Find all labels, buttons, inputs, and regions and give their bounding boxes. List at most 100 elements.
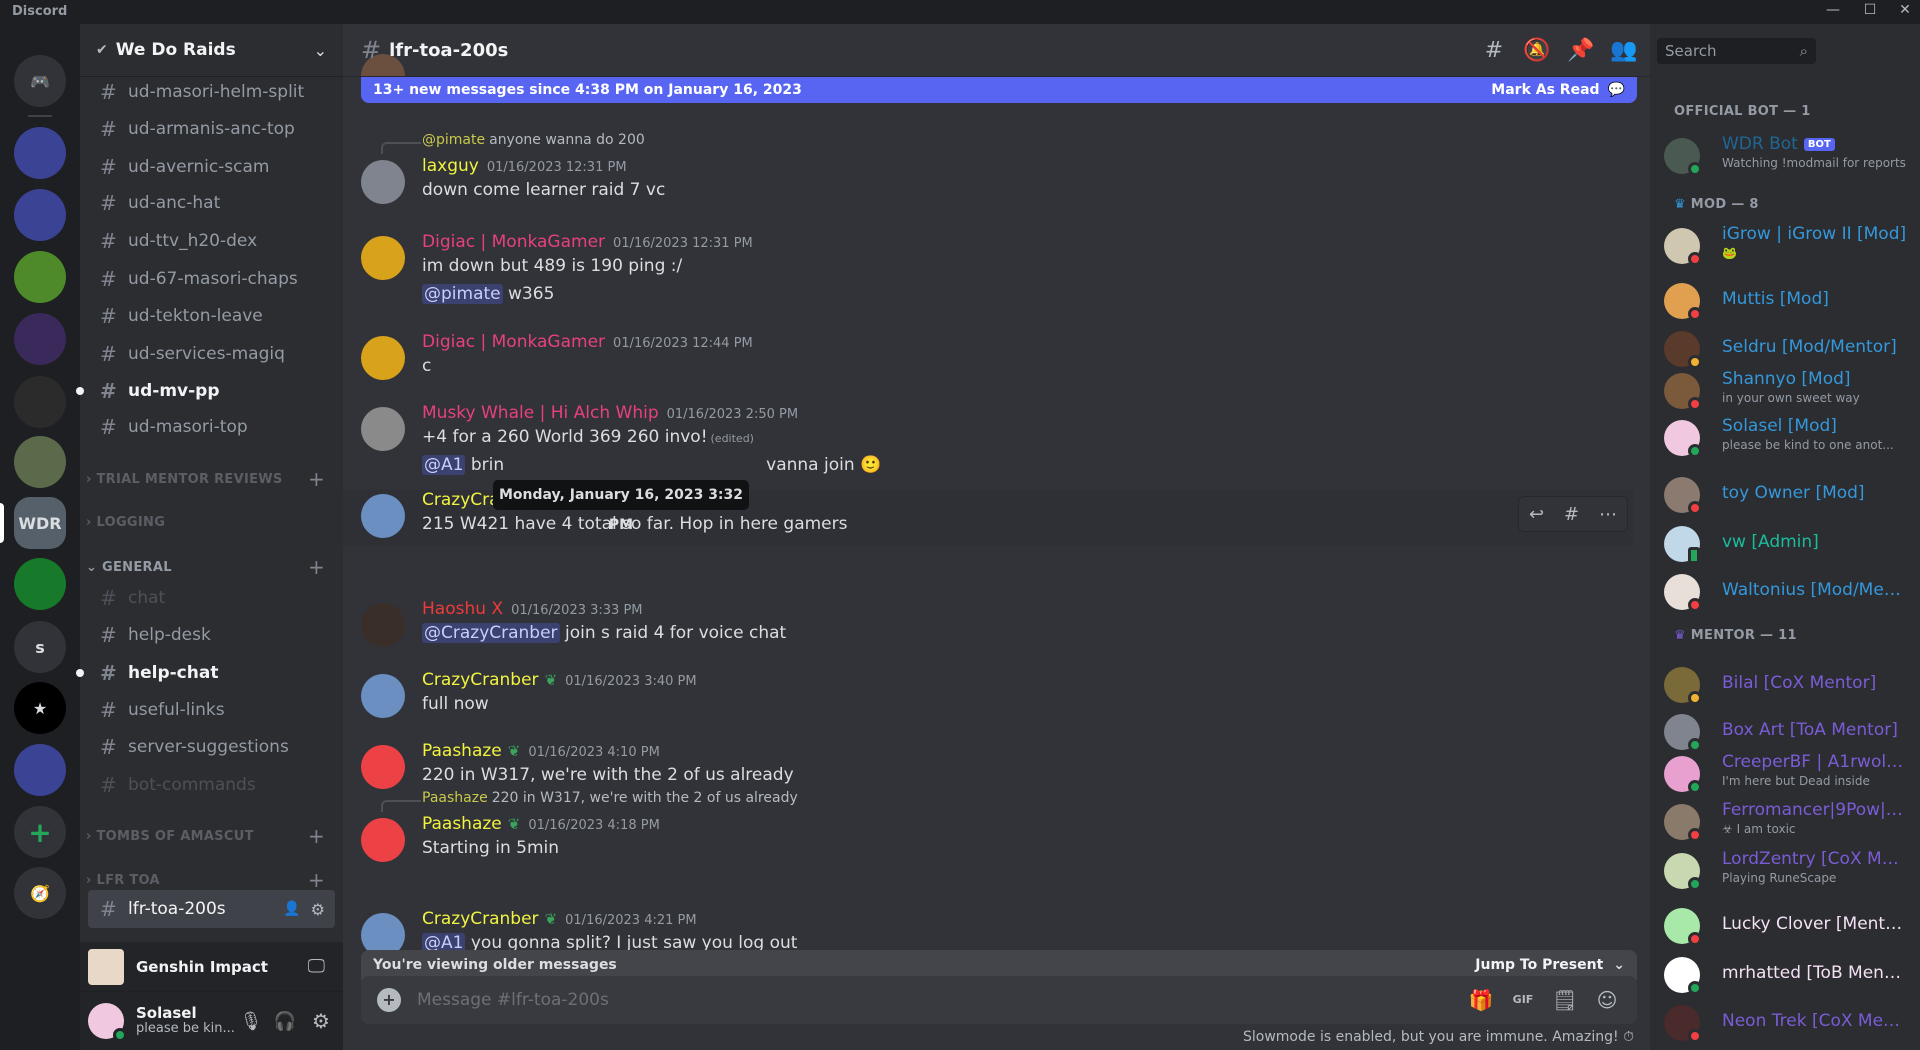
channel-ud-avernic-scam[interactable]: # ud-avernic-scam: [88, 149, 335, 185]
channel-useful-links[interactable]: # useful-links: [88, 692, 335, 728]
avatar[interactable]: [361, 407, 405, 451]
avatar[interactable]: [361, 160, 405, 204]
category-lfr-toa[interactable]: › LFR TOA +: [80, 868, 343, 892]
member-item[interactable]: LordZentry [CoX Men... Playing RuneScape: [1658, 849, 1912, 893]
timestamp[interactable]: 01/16/2023 4:10 PM: [528, 745, 659, 760]
member-item[interactable]: vw [Admin]: [1658, 522, 1912, 566]
server-we-do-raids[interactable]: WDR: [14, 497, 66, 549]
member-item[interactable]: WDR Bot BOT Watching !modmail for reports: [1658, 134, 1912, 178]
avatar[interactable]: [361, 745, 405, 789]
channel-ud-anc-hat[interactable]: # ud-anc-hat: [88, 185, 335, 221]
gift-icon[interactable]: 🎁: [1467, 986, 1495, 1014]
author-name[interactable]: Digiac | MonkaGamer: [422, 332, 605, 352]
guild-header[interactable]: ✔ We Do Raids ⌄: [80, 24, 343, 77]
server-folder-2[interactable]: [14, 189, 66, 241]
avatar[interactable]: [361, 336, 405, 380]
server-home[interactable]: 🎮: [14, 55, 66, 107]
channel-settings-gear-icon[interactable]: ⚙: [311, 900, 325, 919]
member-item[interactable]: Shannyo [Mod] in your own sweet way: [1658, 369, 1912, 413]
timestamp[interactable]: 01/16/2023 3:40 PM: [565, 674, 696, 689]
member-item[interactable]: Seldru [Mod/Mentor]: [1658, 327, 1912, 371]
reply-icon[interactable]: ↩: [1529, 504, 1544, 525]
author-name[interactable]: CrazyCranber: [422, 909, 539, 929]
invite-user-icon[interactable]: 👤: [283, 901, 300, 917]
avatar[interactable]: [361, 494, 405, 538]
user-mention[interactable]: @CrazyCranber: [422, 623, 560, 643]
member-item[interactable]: Waltonius [Mod/Ment...: [1658, 570, 1912, 614]
avatar[interactable]: [361, 674, 405, 718]
avatar[interactable]: [361, 236, 405, 280]
timestamp[interactable]: 01/16/2023 3:33 PM: [511, 603, 642, 618]
notification-bell-muted-icon[interactable]: 🔕: [1523, 37, 1551, 65]
author-name[interactable]: Musky Whale | Hi Alch Whip: [422, 403, 659, 423]
server-star-server[interactable]: ★: [14, 682, 66, 734]
stream-screen-icon[interactable]: 🖵: [308, 956, 325, 977]
channel-lfr-toa-200s[interactable]: # lfr-toa-200s 👤 ⚙: [88, 890, 335, 928]
author-name[interactable]: Paashaze: [422, 741, 502, 761]
channel-help-desk[interactable]: # help-desk: [88, 617, 335, 653]
server-kome-server[interactable]: [14, 313, 66, 365]
more-options-icon[interactable]: ⋯: [1599, 504, 1617, 525]
server-corn-server[interactable]: [14, 251, 66, 303]
channel-ud-services-magiq[interactable]: # ud-services-magiq: [88, 336, 335, 372]
headphones-icon[interactable]: 🎧: [267, 1011, 303, 1032]
server-helmet-server[interactable]: [14, 376, 66, 428]
member-item[interactable]: Neon Trek [CoX Ment...: [1658, 1001, 1912, 1045]
author-name[interactable]: CrazyCranber: [422, 670, 539, 690]
sticker-icon[interactable]: 🗒: [1551, 986, 1579, 1014]
author-name[interactable]: Digiac | MonkaGamer: [422, 232, 605, 252]
create-channel-plus-icon[interactable]: +: [308, 824, 325, 848]
channel-bot-commands[interactable]: # bot-commands: [88, 767, 335, 803]
member-item[interactable]: iGrow | iGrow II [Mod] 🐸: [1658, 224, 1912, 268]
emoji-icon[interactable]: ☺: [1593, 986, 1621, 1014]
message-input[interactable]: [417, 990, 1453, 1010]
user-mention[interactable]: @pimate: [422, 284, 503, 304]
channel-ud-armanis-anc-top[interactable]: # ud-armanis-anc-top: [88, 111, 335, 147]
server-explore[interactable]: 🧭: [14, 867, 66, 919]
create-channel-plus-icon[interactable]: +: [308, 467, 325, 491]
timestamp[interactable]: 01/16/2023 12:31 PM: [613, 236, 753, 251]
user-mention[interactable]: @A1: [422, 455, 466, 475]
settings-gear-icon[interactable]: ⚙: [303, 1009, 339, 1033]
member-item[interactable]: Muttis [Mod]: [1658, 279, 1912, 323]
create-channel-plus-icon[interactable]: +: [308, 868, 325, 892]
member-item[interactable]: mrhatted [ToB Mentor]: [1658, 953, 1912, 997]
avatar[interactable]: [361, 603, 405, 647]
new-messages-banner[interactable]: 13+ new messages since 4:38 PM on Januar…: [361, 77, 1637, 103]
reply-preview[interactable]: @pimate anyone wanna do 200: [422, 132, 645, 148]
member-item[interactable]: Box Art [ToA Mentor]: [1658, 710, 1912, 754]
channel-ud-masori-top[interactable]: # ud-masori-top: [88, 409, 335, 445]
timestamp[interactable]: 01/16/2023 4:18 PM: [528, 818, 659, 833]
mark-as-read-button[interactable]: Mark As Read: [1491, 82, 1599, 98]
member-item[interactable]: Ferromancer|9Pow|M... ☣ I am toxic: [1658, 800, 1912, 844]
close-button[interactable]: ✕: [1890, 2, 1920, 22]
upload-plus-icon[interactable]: +: [377, 988, 401, 1012]
member-item[interactable]: Lucky Clover [Mentor]: [1658, 904, 1912, 948]
server-s-server[interactable]: s: [14, 621, 66, 673]
create-channel-plus-icon[interactable]: +: [308, 555, 325, 579]
avatar[interactable]: [361, 818, 405, 862]
category-tombs-of-amascut[interactable]: › TOMBS OF AMASCUT +: [80, 824, 343, 848]
category-trial-mentor-reviews[interactable]: › TRIAL MENTOR REVIEWS +: [80, 467, 343, 491]
timestamp[interactable]: 01/16/2023 12:44 PM: [613, 336, 753, 351]
channel-ud-67-masori-chaps[interactable]: # ud-67-masori-chaps: [88, 261, 335, 297]
member-item[interactable]: toy Owner [Mod]: [1658, 473, 1912, 517]
search-input[interactable]: Search ⌕: [1657, 38, 1816, 64]
member-list-icon[interactable]: 👥: [1610, 37, 1638, 65]
member-item[interactable]: CreeperBF | A1rwolf [... I'm here but Dea…: [1658, 752, 1912, 796]
channel-help-chat[interactable]: # help-chat: [88, 655, 335, 691]
category-logging[interactable]: › LOGGING: [80, 512, 343, 532]
channel-chat[interactable]: # chat: [88, 580, 335, 616]
maximize-button[interactable]: ☐: [1855, 2, 1885, 22]
author-name[interactable]: laxguy: [422, 156, 479, 176]
member-item[interactable]: Bilal [CoX Mentor]: [1658, 663, 1912, 707]
create-thread-icon[interactable]: #: [1564, 504, 1579, 525]
minimize-button[interactable]: —: [1818, 2, 1848, 22]
microphone-icon[interactable]: 🎙: [235, 1011, 267, 1032]
server-folder-3[interactable]: [14, 744, 66, 796]
channel-ud-mv-pp[interactable]: # ud-mv-pp: [88, 373, 335, 409]
timestamp[interactable]: 01/16/2023 4:21 PM: [565, 913, 696, 928]
channel-ud-masori-helm-split[interactable]: # ud-masori-helm-split: [88, 74, 335, 110]
pinned-messages-icon[interactable]: 📌: [1567, 37, 1595, 65]
gif-icon[interactable]: GIF: [1509, 986, 1537, 1014]
